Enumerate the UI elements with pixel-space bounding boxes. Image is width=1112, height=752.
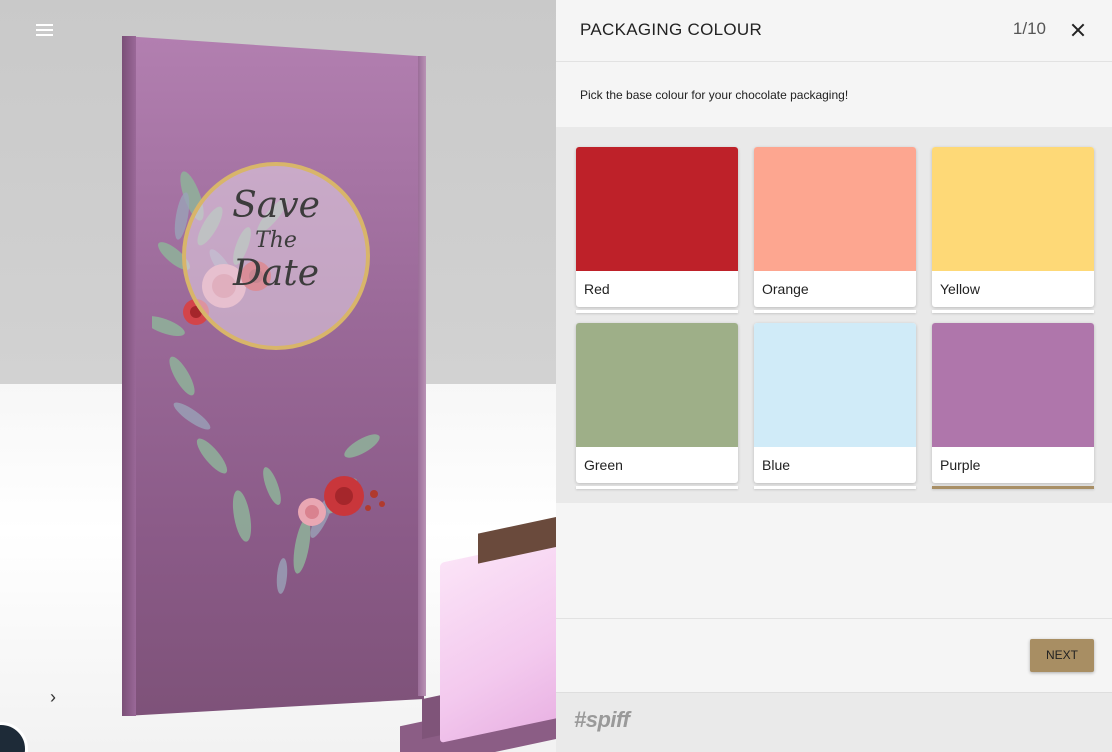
colour-swatch [932,147,1094,271]
menu-line-1 [36,24,53,26]
spiff-logo: #spiff [574,707,630,732]
colour-swatch [576,323,738,447]
colour-swatch [754,323,916,447]
colour-options-grid: Red Orange Yellow Green Blue Purple [556,127,1112,503]
option-underline [932,310,1094,313]
product-preview-canvas[interactable]: Save The Date › [0,0,556,752]
bar-left-edge [122,36,136,716]
colour-option-label: Red [584,281,610,297]
step-counter: 1/10 [1012,19,1046,38]
colour-swatch [932,323,1094,447]
step-instruction: Pick the base colour for your chocolate … [580,88,849,102]
colour-option-label: Green [584,457,623,473]
save-text-line-2: The [255,228,297,253]
hamburger-menu-icon[interactable] [34,18,56,40]
option-underline [576,486,738,489]
panel-header: PACKAGING COLOUR 1/10 [556,0,1112,62]
colour-option-orange[interactable]: Orange [754,147,916,307]
colour-swatch [576,147,738,271]
menu-line-3 [36,34,53,36]
option-underline [932,486,1094,489]
brand-footer: #spiff [556,692,1112,752]
save-text-line-1: Save [232,185,320,226]
bar-right-edge [418,56,426,696]
chocolate-bar-packaging: Save The Date [122,36,428,716]
colour-option-yellow[interactable]: Yellow [932,147,1094,307]
colour-option-label: Yellow [940,281,980,297]
colour-option-blue[interactable]: Blue [754,323,916,483]
colour-swatch [754,147,916,271]
colour-option-label: Purple [940,457,981,473]
panel-title: PACKAGING COLOUR [580,20,763,39]
save-text-line-3: Date [232,253,320,294]
chevron-right-icon[interactable]: › [44,686,62,708]
option-underline [576,310,738,313]
option-underline [754,310,916,313]
colour-option-red[interactable]: Red [576,147,738,307]
colour-option-purple[interactable]: Purple [932,323,1094,483]
footer-divider [556,618,1112,619]
colour-option-green[interactable]: Green [576,323,738,483]
colour-option-label: Orange [762,281,809,297]
next-button[interactable]: NEXT [1030,639,1094,672]
option-underline [754,486,916,489]
save-the-date-text: Save The Date [182,188,370,292]
menu-line-2 [36,29,53,31]
close-icon[interactable] [1066,18,1090,42]
customizer-panel: PACKAGING COLOUR 1/10 Pick the base colo… [556,0,1112,752]
box-lid [440,528,556,744]
colour-option-label: Blue [762,457,791,473]
